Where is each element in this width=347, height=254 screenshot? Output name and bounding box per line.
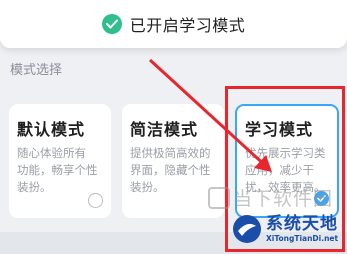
site-logo-icon (208, 186, 230, 209)
check-circle-icon (101, 14, 122, 34)
mode-title: 简洁模式 (130, 120, 199, 139)
watermark-2: 系统天地 XiTongTianDi.net (232, 207, 347, 251)
mode-card-default[interactable]: 默认模式 随心体验所有 功能，畅享个性 装扮。 (9, 104, 111, 218)
section-label: 模式选择 (10, 63, 63, 78)
toast-text: 已开启学习模式 (129, 16, 246, 35)
mode-title: 默认模式 (17, 120, 86, 139)
mode-description: 随心体验所有 功能，畅享个性 装扮。 (17, 146, 98, 194)
mode-radio-default[interactable] (88, 193, 103, 208)
site-logo-icon (233, 215, 261, 243)
mode-description: 提供极简高效的 界面，隐藏个性 装扮。 (130, 146, 211, 194)
toast-banner: 已开启学习模式 (0, 0, 347, 48)
